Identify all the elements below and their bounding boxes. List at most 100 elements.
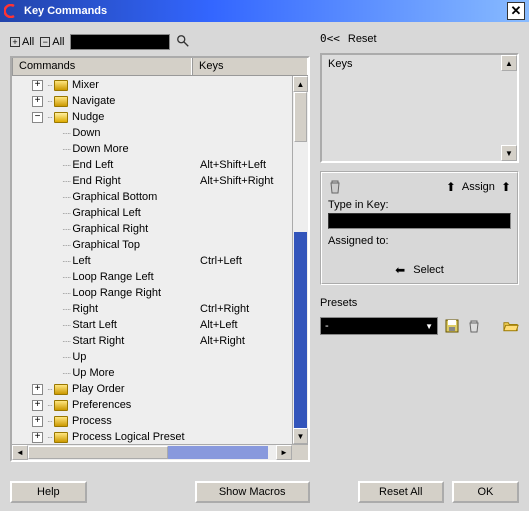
item-label: Up (72, 351, 86, 363)
tree-folder[interactable]: +···Preferences (12, 397, 308, 413)
tree-item[interactable]: ·····Graphical Right (12, 221, 308, 237)
expand-icon[interactable]: + (32, 400, 43, 411)
help-button[interactable]: Help (10, 481, 87, 503)
search-input[interactable] (70, 34, 170, 50)
folder-icon (54, 112, 68, 123)
scroll-up-icon[interactable]: ▲ (293, 76, 308, 92)
tree-header: Commands Keys (12, 58, 308, 76)
tree-folder[interactable]: +···Mixer (12, 77, 308, 93)
scroll-thumb[interactable] (294, 92, 307, 142)
tree-item[interactable]: ·····RightCtrl+Right (12, 301, 308, 317)
ok-button[interactable]: OK (452, 481, 519, 503)
tree-item[interactable]: ·····Down More (12, 141, 308, 157)
tree-folder[interactable]: +···Process Logical Preset (12, 429, 308, 445)
item-label: Graphical Top (72, 239, 140, 251)
key-binding: Ctrl+Left (200, 255, 242, 267)
expand-icon[interactable]: + (32, 80, 43, 91)
tree-item[interactable]: ·····Down (12, 125, 308, 141)
expand-all-button[interactable]: + All (10, 36, 34, 48)
scroll-down-icon[interactable]: ▼ (501, 145, 517, 161)
item-label: Mixer (72, 79, 99, 91)
save-icon[interactable] (444, 318, 460, 334)
tree-item[interactable]: ·····LeftCtrl+Left (12, 253, 308, 269)
assign-button[interactable]: Assign (462, 181, 495, 193)
item-label: Process Logical Preset (72, 431, 185, 443)
expand-icon[interactable]: + (32, 432, 43, 443)
key-binding: Alt+Right (200, 335, 245, 347)
plus-icon: + (10, 37, 20, 47)
item-label: Play Order (72, 383, 125, 395)
app-logo-icon (4, 4, 18, 18)
select-button[interactable]: Select (413, 264, 444, 276)
tree-item[interactable]: ·····Up (12, 349, 308, 365)
item-label: Loop Range Left (72, 271, 153, 283)
tree-item[interactable]: ·····Start LeftAlt+Left (12, 317, 308, 333)
collapse-icon[interactable]: − (32, 112, 43, 123)
item-label: Start Right (72, 335, 124, 347)
search-icon[interactable] (176, 34, 190, 51)
arrow-up-icon: ⬆ (446, 180, 456, 194)
window-title: Key Commands (24, 5, 507, 17)
rewind-icon[interactable]: 0<< (320, 32, 340, 45)
key-binding: Ctrl+Right (200, 303, 249, 315)
expand-icon[interactable]: + (32, 96, 43, 107)
item-label: Down (72, 127, 100, 139)
scroll-right-icon[interactable]: ► (276, 445, 292, 460)
tree-folder[interactable]: +···Play Order (12, 381, 308, 397)
tree-item[interactable]: ·····Up More (12, 365, 308, 381)
tree-item[interactable]: ·····Graphical Left (12, 205, 308, 221)
column-keys[interactable]: Keys (192, 58, 308, 75)
horizontal-scrollbar[interactable]: ◄ ► (12, 444, 308, 460)
folder-icon (54, 96, 68, 107)
reset-label[interactable]: Reset (348, 33, 377, 45)
tree-folder[interactable]: +···Navigate (12, 93, 308, 109)
item-label: Up More (72, 367, 114, 379)
item-label: End Right (72, 175, 120, 187)
item-label: Graphical Right (72, 223, 148, 235)
item-label: Start Left (72, 319, 117, 331)
folder-open-icon[interactable] (503, 318, 519, 334)
tree-item[interactable]: ·····Start RightAlt+Right (12, 333, 308, 349)
vertical-scrollbar[interactable]: ▲ ▼ (292, 76, 308, 444)
keys-list[interactable]: Keys ▲ ▼ (320, 53, 519, 163)
minus-icon: − (40, 37, 50, 47)
column-commands[interactable]: Commands (12, 58, 192, 75)
titlebar: Key Commands ✕ (0, 0, 529, 22)
scroll-left-icon[interactable]: ◄ (12, 445, 28, 460)
hscroll-thumb[interactable] (28, 446, 168, 459)
tree-item[interactable]: ·····Graphical Bottom (12, 189, 308, 205)
assign-group: ⬆ Assign ⬆ Type in Key: Assigned to: ⬅ S… (320, 171, 519, 285)
collapse-all-button[interactable]: − All (40, 36, 64, 48)
commands-tree[interactable]: Commands Keys +···Mixer+···Navigate−···N… (10, 56, 310, 462)
tree-item[interactable]: ·····Graphical Top (12, 237, 308, 253)
folder-icon (54, 416, 68, 427)
folder-icon (54, 80, 68, 91)
item-label: Process (72, 415, 112, 427)
tree-folder[interactable]: +···Process (12, 413, 308, 429)
show-macros-button[interactable]: Show Macros (195, 481, 310, 503)
type-in-key-input[interactable] (328, 213, 511, 229)
trash-icon[interactable] (328, 179, 342, 195)
keys-scrollbar[interactable]: ▲ ▼ (501, 55, 517, 161)
tree-item[interactable]: ·····Loop Range Right (12, 285, 308, 301)
scroll-down-icon[interactable]: ▼ (293, 428, 308, 444)
key-binding: Alt+Left (200, 319, 238, 331)
item-label: Preferences (72, 399, 131, 411)
delete-preset-icon[interactable] (466, 318, 482, 334)
item-label: Loop Range Right (72, 287, 161, 299)
folder-icon (54, 384, 68, 395)
scroll-up-icon[interactable]: ▲ (501, 55, 517, 71)
tree-item[interactable]: ·····Loop Range Left (12, 269, 308, 285)
tree-item[interactable]: ·····End RightAlt+Shift+Right (12, 173, 308, 189)
expand-icon[interactable]: + (32, 384, 43, 395)
item-label: Nudge (72, 111, 104, 123)
close-button[interactable]: ✕ (507, 2, 525, 20)
tree-folder[interactable]: −···Nudge (12, 109, 308, 125)
tree-item[interactable]: ·····End LeftAlt+Shift+Left (12, 157, 308, 173)
expand-icon[interactable]: + (32, 416, 43, 427)
key-binding: Alt+Shift+Right (200, 175, 273, 187)
presets-dropdown[interactable]: - ▼ (320, 317, 438, 335)
reset-all-button[interactable]: Reset All (358, 481, 444, 503)
folder-icon (54, 400, 68, 411)
assigned-to-label: Assigned to: (328, 235, 511, 247)
